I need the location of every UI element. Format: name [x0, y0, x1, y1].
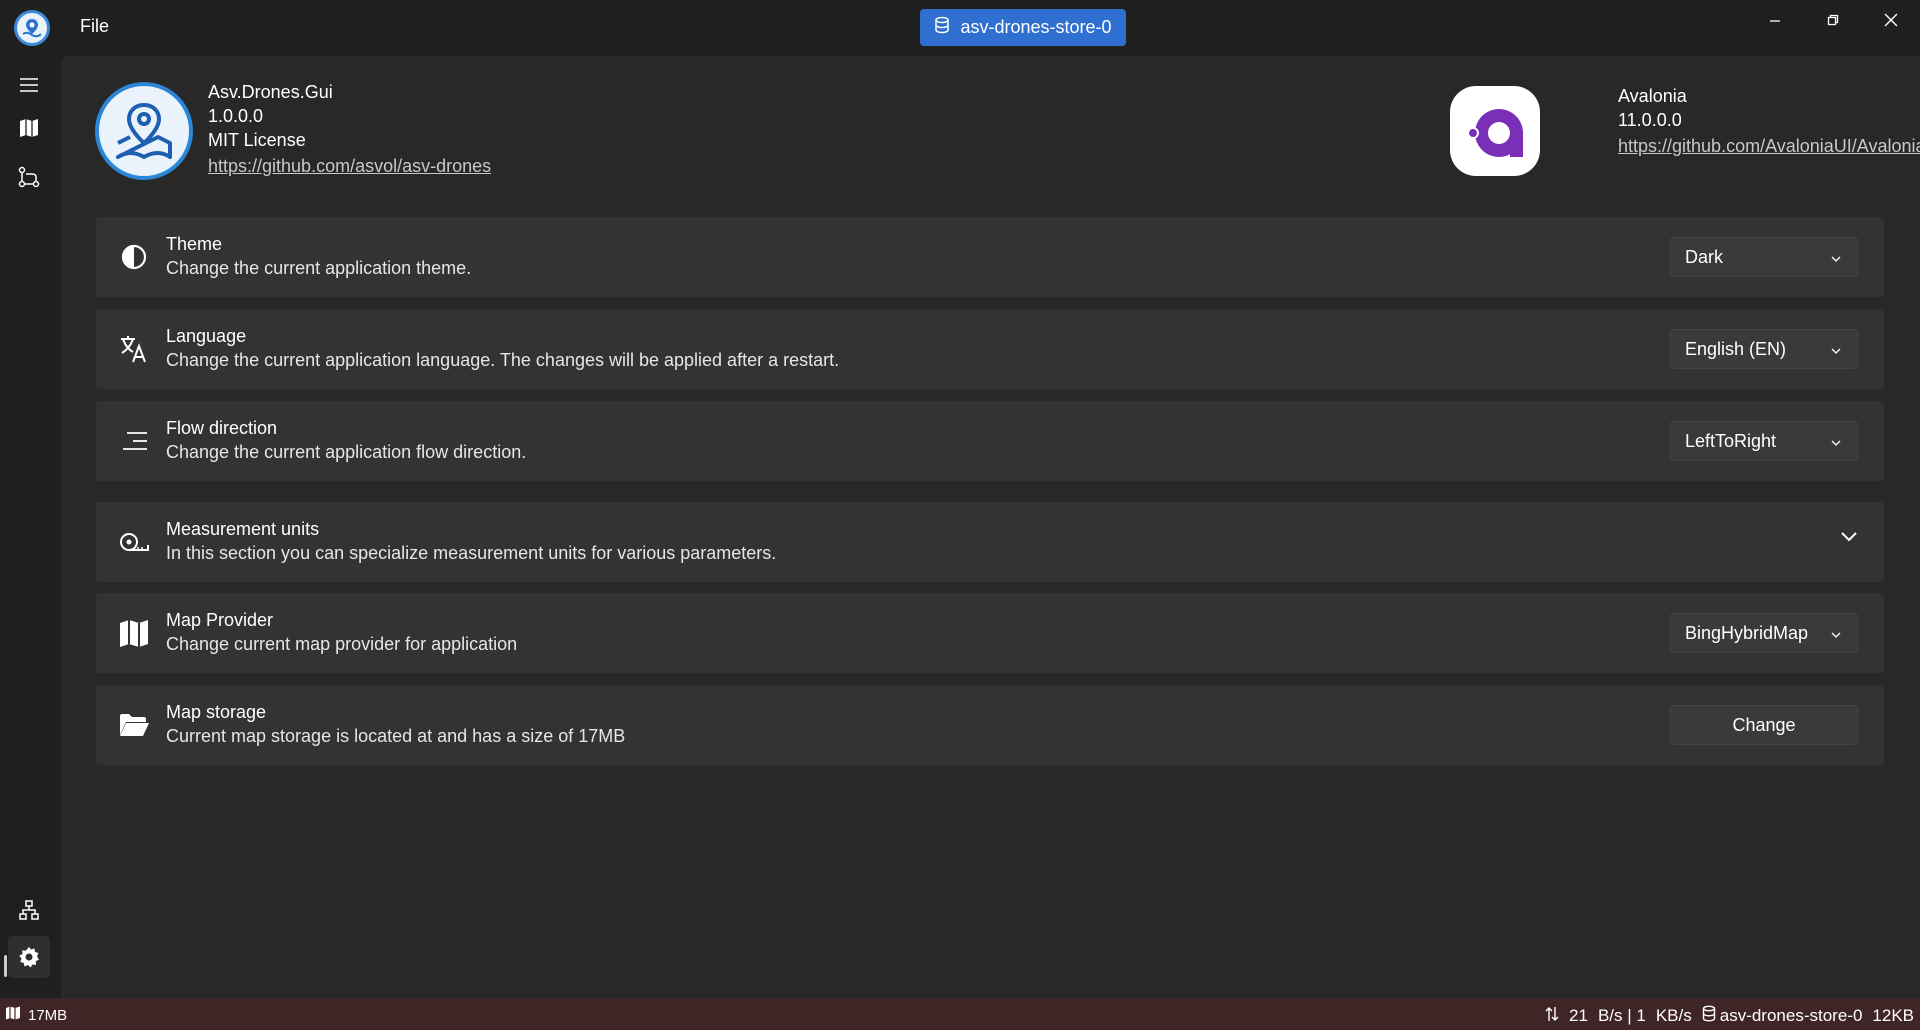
- translate-icon: [118, 333, 150, 365]
- close-button[interactable]: [1868, 6, 1914, 34]
- navigation-rail: [0, 56, 60, 998]
- status-store-name[interactable]: asv-drones-store-0: [1720, 1006, 1863, 1026]
- app-large-logo-icon: [95, 82, 193, 180]
- gear-icon: [19, 947, 39, 968]
- minimize-button[interactable]: [1752, 6, 1798, 34]
- map-icon: [20, 119, 38, 137]
- settings-nav-button[interactable]: [8, 936, 50, 978]
- status-bar: 17MB 21 B/s | 1 KB/s asv-drones-store-0 …: [0, 998, 1920, 1030]
- map-storage-setting-card: Map storage Current map storage is locat…: [96, 685, 1884, 765]
- chevron-down-icon: [1831, 248, 1841, 269]
- map-cache-size: 17MB: [28, 1006, 68, 1024]
- language-title: Language: [166, 326, 247, 346]
- status-store-size: 12KB: [1872, 1006, 1914, 1025]
- framework-repo-link[interactable]: https://github.com/AvaloniaUI/Avalonia: [1618, 136, 1920, 157]
- restore-button[interactable]: [1810, 6, 1856, 34]
- flow-direction-title: Flow direction: [166, 418, 278, 438]
- language-setting-card: Language Change the current application …: [96, 309, 1884, 389]
- language-dropdown-value: English (EN): [1685, 339, 1787, 359]
- theme-title: Theme: [166, 234, 223, 254]
- map-provider-dropdown-value: BingHybridMap: [1685, 623, 1809, 643]
- measurement-units-title: Measurement units: [166, 519, 320, 539]
- map-storage-title: Map storage: [166, 702, 267, 722]
- network-icon: [19, 900, 39, 920]
- chevron-down-icon: [1831, 624, 1841, 645]
- theme-setting-card: Theme Change the current application the…: [96, 217, 1884, 297]
- measurement-units-description: In this section you can specialize measu…: [166, 543, 777, 563]
- traffic-in-value: 21: [1569, 1006, 1588, 1025]
- database-icon: [934, 16, 950, 39]
- app-repo-link[interactable]: https://github.com/asvol/asv-drones: [208, 156, 608, 177]
- flow-direction-dropdown-value: LeftToRight: [1685, 431, 1777, 451]
- chevron-down-icon: [1831, 340, 1841, 361]
- framework-name: Avalonia: [1618, 86, 1687, 106]
- map-provider-setting-card: Map Provider Change current map provider…: [96, 593, 1884, 673]
- database-icon: [1702, 1005, 1716, 1027]
- contrast-icon: [118, 241, 150, 273]
- language-description: Change the current application language.…: [166, 350, 840, 370]
- traffic-in-unit: B/s | 1: [1597, 1006, 1646, 1025]
- app-version: 1.0.0.0: [208, 106, 264, 126]
- map-storage-description: Current map storage is located at and ha…: [166, 726, 626, 746]
- transfer-arrows-icon: [1545, 1006, 1559, 1027]
- app-license: MIT License: [208, 130, 306, 150]
- map-provider-description: Change current map provider for applicat…: [166, 634, 518, 654]
- map-icon: [6, 1006, 20, 1024]
- active-indicator: [4, 955, 7, 977]
- text-align-right-icon: [118, 425, 150, 457]
- hamburger-icon: [20, 78, 38, 92]
- framework-version: 11.0.0.0: [1618, 110, 1682, 130]
- store-chip-label: asv-drones-store-0: [960, 17, 1112, 37]
- tape-measure-icon: [118, 526, 150, 558]
- theme-description: Change the current application theme.: [166, 258, 472, 278]
- store-chip-button[interactable]: asv-drones-store-0: [920, 9, 1126, 46]
- app-logo-icon: [14, 10, 50, 46]
- app-name: Asv.Drones.Gui: [208, 82, 333, 102]
- file-menu[interactable]: File: [80, 16, 109, 37]
- title-bar: File asv-drones-store-0: [0, 0, 1920, 56]
- connections-nav-button[interactable]: [8, 889, 50, 931]
- theme-dropdown[interactable]: Dark: [1670, 237, 1858, 277]
- folder-open-icon: [118, 709, 150, 741]
- map-provider-dropdown[interactable]: BingHybridMap: [1670, 613, 1858, 653]
- chevron-down-icon[interactable]: [1840, 530, 1858, 548]
- theme-dropdown-value: Dark: [1685, 247, 1724, 267]
- hamburger-menu-button[interactable]: [8, 64, 50, 106]
- chevron-down-icon: [1831, 432, 1841, 453]
- traffic-out-unit: KB/s: [1655, 1006, 1692, 1025]
- measurement-units-expander[interactable]: Measurement units In this section you ca…: [96, 502, 1884, 582]
- flow-direction-setting-card: Flow direction Change the current applic…: [96, 401, 1884, 481]
- flight-plan-nav-button[interactable]: [8, 156, 50, 198]
- language-dropdown[interactable]: English (EN): [1670, 329, 1858, 369]
- map-provider-title: Map Provider: [166, 610, 274, 630]
- avalonia-logo-icon: [1450, 86, 1540, 176]
- map-nav-button[interactable]: [8, 107, 50, 149]
- route-icon: [18, 166, 40, 188]
- change-storage-button[interactable]: Change: [1670, 705, 1858, 745]
- flow-direction-description: Change the current application flow dire…: [166, 442, 527, 462]
- map-icon: [118, 617, 150, 649]
- flow-direction-dropdown[interactable]: LeftToRight: [1670, 421, 1858, 461]
